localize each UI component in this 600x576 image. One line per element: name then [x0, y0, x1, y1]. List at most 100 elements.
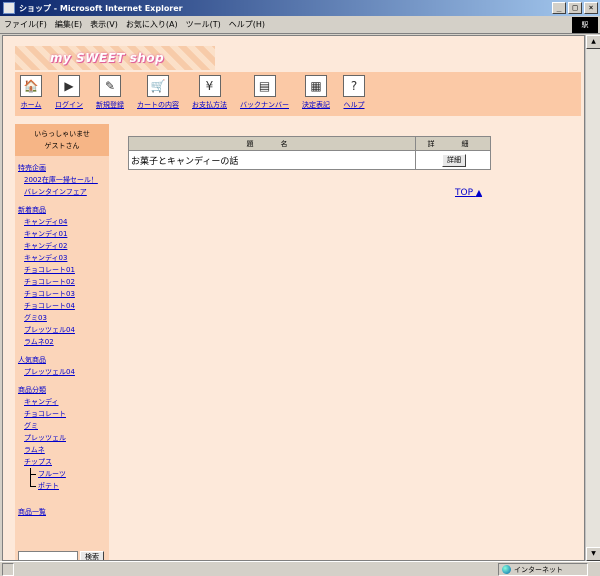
- maximize-button[interactable]: □: [568, 2, 582, 14]
- table-header-row: 題 名 詳 細: [128, 136, 491, 151]
- document-icon[interactable]: ▦: [305, 75, 327, 97]
- welcome-user: ゲストさん: [44, 142, 80, 150]
- top-link-label[interactable]: TOP: [455, 188, 473, 198]
- new-item-link[interactable]: ラムネ02: [18, 336, 109, 348]
- question-icon[interactable]: ?: [343, 75, 365, 97]
- popular-heading[interactable]: 人気商品: [18, 354, 109, 366]
- yen-icon[interactable]: ¥: [198, 75, 221, 97]
- logo-text: my SWEET shop: [50, 51, 165, 65]
- popular-link[interactable]: プレッツェル04: [18, 366, 109, 378]
- category-section: 商品分類 キャンディ チョコレート グミ プレッツェル ラムネ チップス フルー…: [15, 384, 109, 492]
- welcome-box: いらっしゃいませ ゲストさん: [15, 124, 109, 156]
- articles-table: 題 名 詳 細 お菓子とキャンディーの話 詳細: [128, 136, 491, 170]
- new-item-link[interactable]: チョコレート04: [18, 300, 109, 312]
- category-link[interactable]: ラムネ: [18, 444, 109, 456]
- menu-favorites[interactable]: お気に入り(A): [126, 19, 178, 30]
- zone-label: インターネット: [514, 565, 563, 574]
- nav-login[interactable]: ▶ ログイン: [55, 72, 83, 116]
- new-items-heading[interactable]: 新着商品: [18, 204, 109, 216]
- page-viewport: my SWEET shop 🏠 ホーム ▶ ログイン ✎ 新規登録 🛒 カートの…: [2, 35, 585, 561]
- subcategory-label[interactable]: ポテト: [38, 482, 59, 490]
- search-button[interactable]: 検索: [80, 551, 104, 560]
- menu-edit[interactable]: 編集(E): [55, 19, 82, 30]
- category-heading[interactable]: 商品分類: [18, 384, 109, 396]
- new-item-link[interactable]: チョコレート01: [18, 264, 109, 276]
- new-item-link[interactable]: キャンディ02: [18, 240, 109, 252]
- category-link[interactable]: グミ: [18, 420, 109, 432]
- category-link[interactable]: キャンディ: [18, 396, 109, 408]
- nav-payment-label[interactable]: お支払方法: [192, 100, 227, 110]
- popular-section: 人気商品 プレッツェル04: [15, 354, 109, 378]
- nav-home[interactable]: 🏠 ホーム: [20, 72, 42, 116]
- new-item-link[interactable]: チョコレート03: [18, 288, 109, 300]
- menu-tools[interactable]: ツール(T): [186, 19, 221, 30]
- subcategory-link[interactable]: ポテト: [18, 480, 109, 492]
- subcategory-link[interactable]: フルーツ: [18, 468, 109, 480]
- new-item-link[interactable]: グミ03: [18, 312, 109, 324]
- close-button[interactable]: ×: [584, 2, 598, 14]
- cart-icon[interactable]: 🛒: [147, 75, 169, 97]
- all-items-section: 商品一覧: [15, 506, 109, 518]
- new-item-link[interactable]: キャンディ01: [18, 228, 109, 240]
- status-page-icon-cell: [2, 562, 14, 576]
- window-titlebar: ショップ - Microsoft Internet Explorer _ □ ×: [0, 0, 600, 16]
- pen-icon[interactable]: ✎: [99, 75, 121, 97]
- door-icon[interactable]: ▶: [58, 75, 80, 97]
- shop-logo[interactable]: my SWEET shop: [15, 46, 215, 70]
- nav-home-label[interactable]: ホーム: [21, 100, 42, 110]
- nav-legal-label[interactable]: 決定表記: [302, 100, 330, 110]
- table-row: お菓子とキャンディーの話 詳細: [128, 150, 491, 170]
- new-item-link[interactable]: キャンディ04: [18, 216, 109, 228]
- tree-branch: [30, 474, 36, 475]
- nav-backnumber-label[interactable]: バックナンバー: [240, 100, 289, 110]
- nav-cart-label[interactable]: カートの内容: [137, 100, 179, 110]
- menu-bar: ファイル(F) 編集(E) 表示(V) お気に入り(A) ツール(T) ヘルプ(…: [0, 16, 600, 34]
- top-navigation: 🏠 ホーム ▶ ログイン ✎ 新規登録 🛒 カートの内容 ¥ お支払方法 ▤ バ…: [15, 72, 581, 116]
- nav-legal[interactable]: ▦ 決定表記: [302, 72, 330, 116]
- column-header-detail: 詳 細: [415, 136, 491, 151]
- nav-backnumber[interactable]: ▤ バックナンバー: [240, 72, 289, 116]
- window-controls: _ □ ×: [552, 2, 598, 14]
- new-items-section: 新着商品 キャンディ04 キャンディ01 キャンディ02 キャンディ03 チョコ…: [15, 204, 109, 348]
- top-link[interactable]: TOP ▲: [455, 188, 482, 198]
- new-item-link[interactable]: キャンディ03: [18, 252, 109, 264]
- vertical-scrollbar[interactable]: ▲ ▼: [585, 35, 600, 561]
- scroll-up-arrow-icon[interactable]: ▲: [586, 35, 600, 49]
- detail-cell: 詳細: [415, 150, 491, 170]
- category-link[interactable]: プレッツェル: [18, 432, 109, 444]
- throbber-logo: 駅: [572, 17, 598, 33]
- menu-view[interactable]: 表示(V): [90, 19, 118, 30]
- window-title: ショップ - Microsoft Internet Explorer: [19, 3, 183, 13]
- new-item-link[interactable]: チョコレート02: [18, 276, 109, 288]
- home-icon[interactable]: 🏠: [20, 75, 42, 97]
- new-item-link[interactable]: プレッツェル04: [18, 324, 109, 336]
- nav-register-label[interactable]: 新規登録: [96, 100, 124, 110]
- security-zone: インターネット: [498, 563, 588, 576]
- scroll-down-arrow-icon[interactable]: ▼: [586, 547, 600, 561]
- detail-button[interactable]: 詳細: [442, 153, 466, 167]
- globe-icon: [502, 565, 511, 574]
- nav-help-label[interactable]: ヘルプ: [344, 100, 365, 110]
- up-triangle-icon: ▲: [475, 188, 483, 197]
- special-link[interactable]: バレンタインフェア: [18, 186, 109, 198]
- category-link[interactable]: チップス: [18, 456, 109, 468]
- special-link[interactable]: 2002在庫一掃セール！: [18, 174, 109, 186]
- nav-login-label[interactable]: ログイン: [55, 100, 83, 110]
- search-input[interactable]: [18, 551, 78, 560]
- nav-payment[interactable]: ¥ お支払方法: [192, 72, 227, 116]
- magazine-icon[interactable]: ▤: [253, 75, 276, 97]
- nav-cart[interactable]: 🛒 カートの内容: [137, 72, 179, 116]
- search-row: 検索: [18, 551, 104, 560]
- special-section: 特売企画 2002在庫一掃セール！ バレンタインフェア: [15, 162, 109, 198]
- special-heading[interactable]: 特売企画: [18, 162, 109, 174]
- tree-branch: [30, 486, 36, 487]
- all-items-link[interactable]: 商品一覧: [18, 506, 109, 518]
- minimize-button[interactable]: _: [552, 2, 566, 14]
- nav-help[interactable]: ? ヘルプ: [343, 72, 365, 116]
- menu-file[interactable]: ファイル(F): [4, 19, 47, 30]
- sidebar: いらっしゃいませ ゲストさん 特売企画 2002在庫一掃セール！ バレンタインフ…: [15, 124, 109, 560]
- menu-help[interactable]: ヘルプ(H): [229, 19, 265, 30]
- nav-register[interactable]: ✎ 新規登録: [96, 72, 124, 116]
- category-link[interactable]: チョコレート: [18, 408, 109, 420]
- subcategory-label[interactable]: フルーツ: [38, 470, 66, 478]
